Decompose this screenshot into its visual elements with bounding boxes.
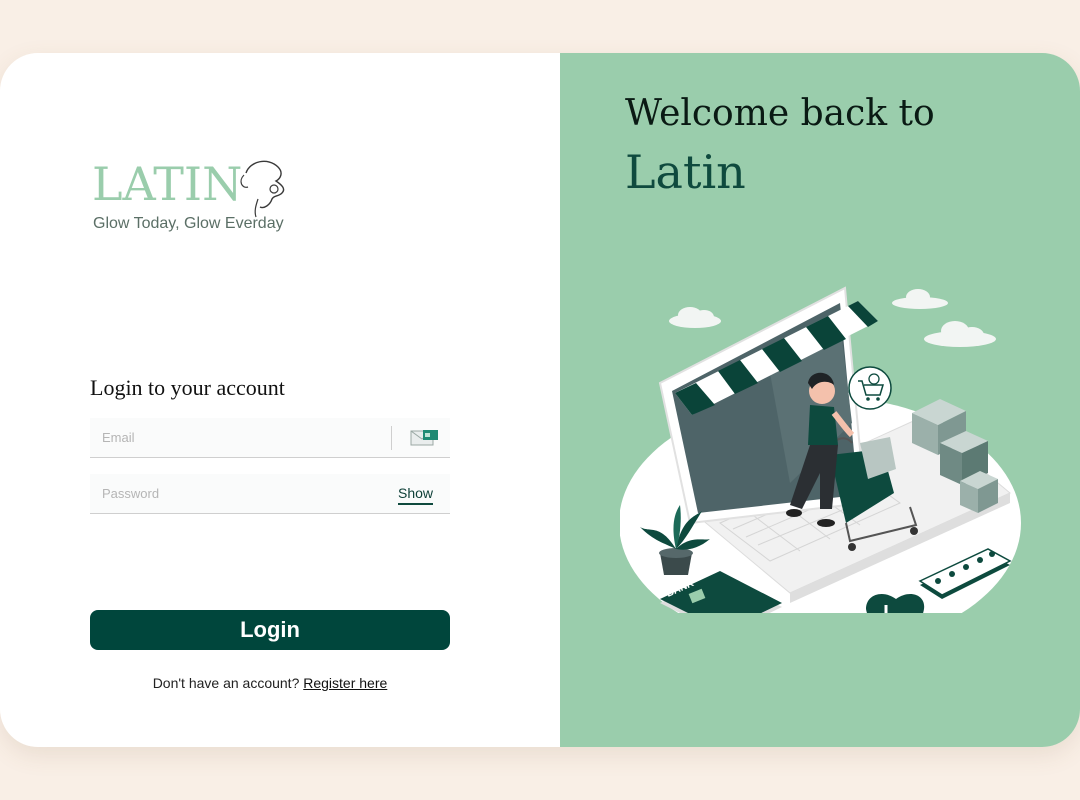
password-field: Show — [90, 474, 450, 514]
logo-tagline: Glow Today, Glow Everday — [93, 215, 284, 232]
form-title: Login to your account — [90, 375, 285, 400]
register-text: Don't have an account? — [152, 675, 300, 691]
welcome-heading: Welcome back to — [625, 93, 935, 134]
brand-heading: Latin — [625, 145, 746, 199]
register-prompt: Don't have an account? Register here — [0, 675, 540, 691]
email-input[interactable] — [90, 418, 404, 456]
register-link[interactable]: Register here — [303, 675, 387, 691]
field-divider — [391, 426, 392, 450]
login-button[interactable]: Login — [90, 610, 450, 650]
email-field — [90, 418, 450, 458]
login-panel: LATIN Glow Today, Glow Everday Login to … — [0, 53, 560, 747]
online-shopping-illustration: BANK — [620, 286, 1021, 613]
password-input[interactable] — [90, 474, 404, 512]
email-card-icon — [410, 430, 438, 446]
face-line-icon — [240, 160, 285, 218]
logo-wordmark: LATIN — [92, 157, 243, 211]
welcome-panel: Welcome back to Latin BANK — [560, 53, 1080, 747]
login-card: LATIN Glow Today, Glow Everday Login to … — [0, 53, 1080, 747]
show-password-toggle[interactable]: Show — [398, 485, 434, 505]
brand-logo: LATIN Glow Today, Glow Everday — [90, 159, 290, 239]
